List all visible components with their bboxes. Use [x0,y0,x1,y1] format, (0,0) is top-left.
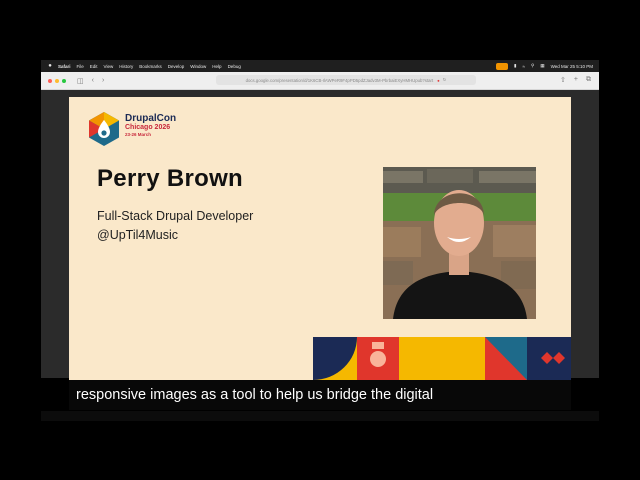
speaker-photo [383,167,536,319]
logo-name: DrupalCon [125,113,177,124]
share-icon[interactable]: ⇧ [560,76,566,84]
control-center-icon[interactable]: ▦ [540,63,544,69]
menu-develop[interactable]: Develop [168,64,185,69]
menu-clock[interactable]: Wed Mar 25 5:10 PM [551,64,593,69]
pattern-block-2 [357,337,399,380]
menu-window[interactable]: Window [190,64,206,69]
pattern-block-5 [527,337,571,380]
speaker-name: Perry Brown [97,165,244,192]
slide: DrupalCon Chicago 2026 23-26 March Perry… [69,97,571,380]
live-caption: responsive images as a tool to help us b… [76,387,434,403]
triangle-shape [485,337,527,380]
browser-toolbar: ◫ ‹ › docs.google.com/presentation/d/1K6… [41,72,599,90]
menu-app-name[interactable]: Safari [58,64,71,69]
diamonds-shape [541,352,565,364]
menu-view[interactable]: View [104,64,114,69]
search-icon[interactable]: ⚲ [531,63,534,69]
toolbar-right-actions: ⇧ + ⧉ [552,76,591,84]
bottom-strip [41,411,599,421]
menu-status-area: ▮ ≈ ⚲ ▦ Wed Mar 25 5:10 PM [490,62,593,70]
menu-help[interactable]: Help [212,64,221,69]
decorative-pattern [313,337,571,380]
minimize-window-button[interactable] [55,78,59,83]
medal-shape [370,342,386,367]
mic-icon[interactable]: ● [437,78,440,83]
logo-dates: 23-26 March [125,132,152,137]
app-menu: Safari File Edit View History Bookmarks … [53,64,241,69]
new-tab-icon[interactable]: + [574,76,578,84]
wifi-icon[interactable]: ≈ [523,64,525,69]
address-bar[interactable]: docs.google.com/presentation/d/1K6CB-IlA… [216,75,476,85]
menu-bookmarks[interactable]: Bookmarks [139,64,162,69]
close-window-button[interactable] [48,78,52,83]
sidebar-icon[interactable]: ◫ [77,77,84,85]
menu-file[interactable]: File [77,64,84,69]
zoom-window-button[interactable] [62,78,66,83]
drupal-drop-icon [89,112,119,146]
menu-history[interactable]: History [119,64,133,69]
speaker-handle: @UpTil4Music [97,228,178,242]
address-bar-text: docs.google.com/presentation/d/1K6CB-IlA… [245,77,434,83]
back-icon[interactable]: ‹ [92,77,94,84]
menu-edit[interactable]: Edit [90,64,98,69]
logo-text: DrupalCon Chicago 2026 23-26 March [125,113,177,138]
logo-city: Chicago 2026 [125,124,171,131]
recording-indicator-icon[interactable] [496,62,509,70]
pattern-block-1 [313,337,357,380]
forward-icon[interactable]: › [102,77,104,84]
half-circle-shape [313,337,357,380]
pattern-block-4 [485,337,527,380]
drupalcon-logo: DrupalCon Chicago 2026 23-26 March [87,111,176,147]
pattern-block-3 [399,337,485,380]
reload-icon[interactable]: ↻ [443,77,447,83]
tabs-icon[interactable]: ⧉ [586,76,591,84]
speaker-role: Full-Stack Drupal Developer [97,209,254,223]
macos-menu-bar: ● Safari File Edit View History Bookmark… [41,60,599,72]
window-controls [48,78,69,83]
battery-icon[interactable]: ▮ [514,63,516,69]
menu-debug[interactable]: Debug [228,64,241,69]
